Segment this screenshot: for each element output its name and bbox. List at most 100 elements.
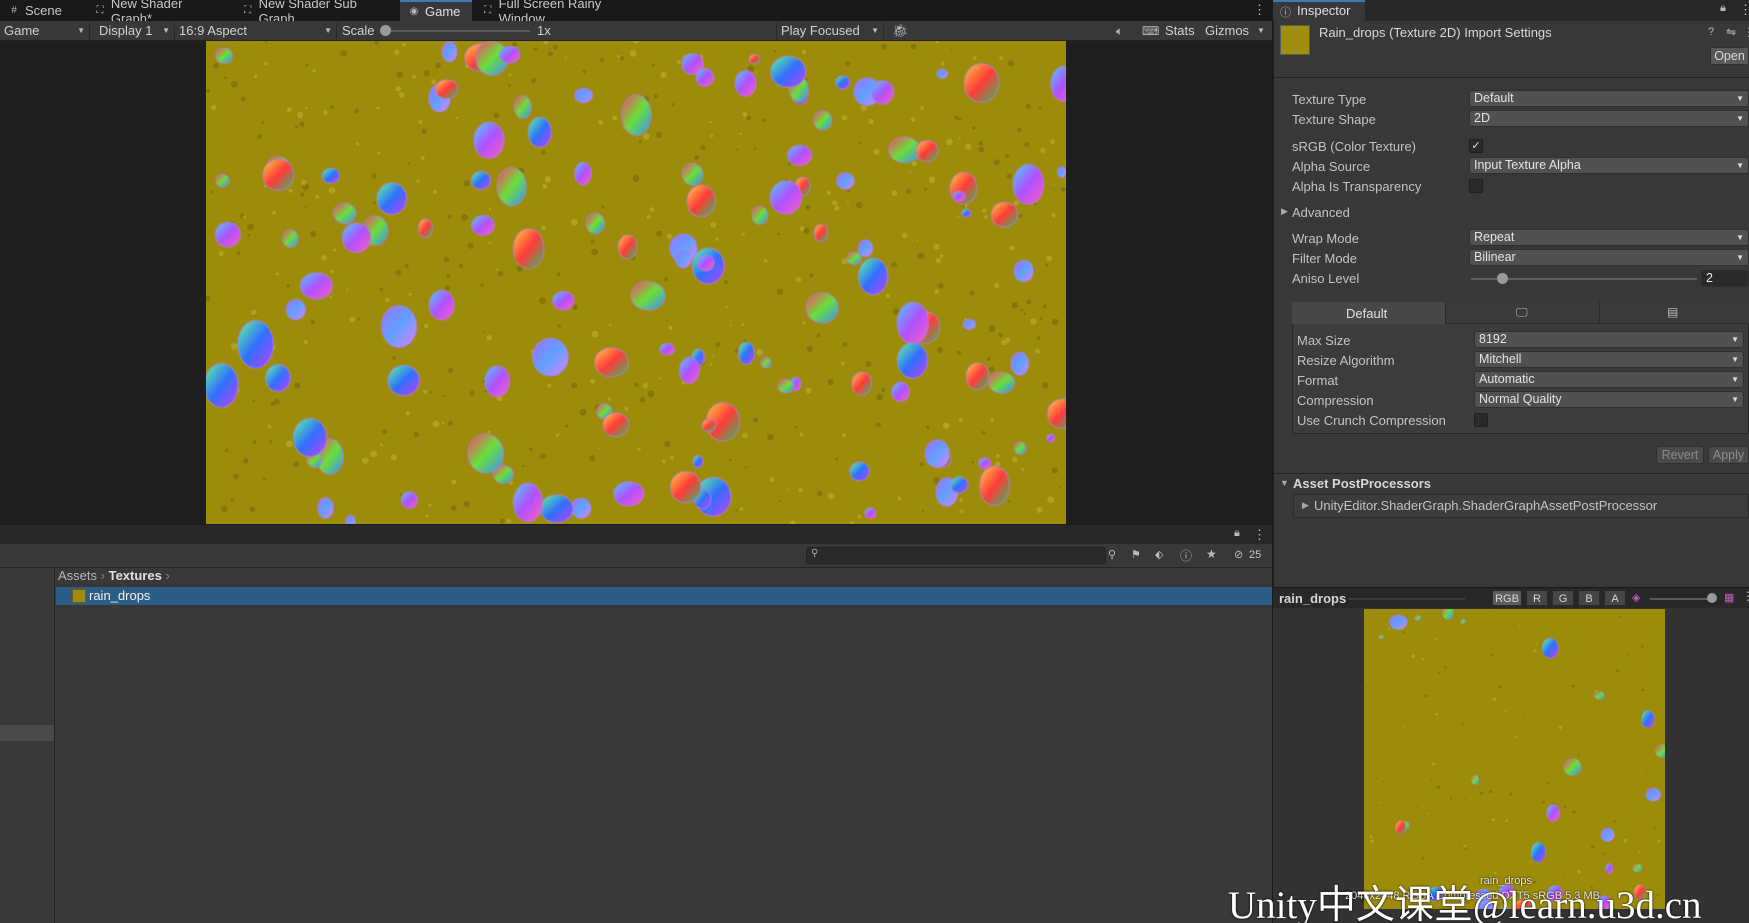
speaker-icon[interactable]: 🔈︎ <box>1116 22 1123 40</box>
gizmos-dropdown-arrow-icon[interactable]: ▼ <box>1257 22 1265 40</box>
texture-background <box>1364 609 1665 909</box>
rain-drop <box>441 41 459 63</box>
lock-icon[interactable]: 🔒︎ <box>1234 527 1240 540</box>
max-size-dropdown[interactable]: 8192 ▼ <box>1474 331 1744 348</box>
hidden-eye-icon[interactable]: ⊘ <box>1234 548 1243 561</box>
tab-new-shader-sub-graph[interactable]: ⛶ New Shader Sub Graph <box>234 0 400 26</box>
label-icon[interactable]: ⬖ <box>1155 548 1163 561</box>
small-droplet <box>957 215 960 219</box>
small-droplet <box>395 269 402 276</box>
aniso-level-field[interactable]: 2 <box>1701 270 1749 287</box>
small-droplet <box>666 233 673 240</box>
channel-rgb-button[interactable]: RGB <box>1492 590 1522 606</box>
aniso-slider-thumb[interactable] <box>1497 273 1508 284</box>
channel-g-button[interactable]: G <box>1552 590 1574 606</box>
more-options-icon[interactable]: ⋮ <box>1742 589 1749 603</box>
small-droplet <box>655 131 663 139</box>
small-droplet <box>1375 778 1377 780</box>
help-icon[interactable]: ? <box>1708 26 1714 38</box>
preview-drag-handle[interactable] <box>1349 598 1465 600</box>
foldout-arrow-icon[interactable]: ▶ <box>1302 500 1309 511</box>
foldout-arrow-down-icon[interactable]: ▼ <box>1280 478 1289 488</box>
rain-drop <box>935 67 949 80</box>
tab-full-screen-rainy-window[interactable]: ⛶ Full Screen Rainy Window <box>474 0 654 26</box>
small-droplet <box>249 506 256 513</box>
display-mode-dropdown[interactable]: Game ▼ <box>0 22 90 40</box>
rain-drop <box>332 202 357 225</box>
folder-tree-selected-row[interactable] <box>0 725 54 741</box>
mipmap-icon[interactable]: ◈ <box>1632 591 1640 604</box>
checker-icon[interactable]: ▦ <box>1724 591 1734 604</box>
srgb-checkbox[interactable]: ✓ <box>1469 139 1483 153</box>
breadcrumb-textures[interactable]: Textures <box>109 568 162 583</box>
advanced-foldout[interactable]: Advanced <box>1292 205 1350 220</box>
platform-tab-standalone[interactable]: 🖵︎ <box>1446 302 1600 324</box>
small-droplet <box>1622 684 1624 686</box>
small-droplet <box>662 459 666 464</box>
favorite-star-icon[interactable]: ★ <box>1206 547 1217 561</box>
platform-tab-default[interactable]: Default <box>1292 302 1446 324</box>
channel-b-button[interactable]: B <box>1578 590 1600 606</box>
foldout-arrow-icon[interactable]: ▶ <box>1281 206 1288 217</box>
mip-slider-thumb[interactable] <box>1707 593 1717 603</box>
lock-icon[interactable]: 🔒︎ <box>1720 2 1726 15</box>
small-droplet <box>709 363 713 366</box>
small-droplet <box>601 205 605 209</box>
texture-shape-dropdown[interactable]: 2D ▼ <box>1469 110 1749 127</box>
open-button[interactable]: Open <box>1710 47 1749 65</box>
platform-tab-server[interactable]: ▤ <box>1600 302 1749 324</box>
asset-row-rain-drops[interactable]: rain_drops <box>56 587 1272 605</box>
rain-drop <box>601 411 630 438</box>
tab-scene[interactable]: # Scene <box>0 0 86 21</box>
tab-inspector[interactable]: ⓘ Inspector <box>1273 0 1365 21</box>
use-crunch-compression-checkbox[interactable] <box>1474 413 1488 427</box>
wrap-mode-dropdown[interactable]: Repeat ▼ <box>1469 229 1749 246</box>
small-droplet <box>995 453 1000 458</box>
stats-button[interactable]: Stats <box>1165 22 1195 40</box>
small-droplet <box>799 432 804 437</box>
small-droplet <box>885 293 891 299</box>
project-search-input[interactable]: ⚲ <box>806 547 1106 564</box>
filter-icon[interactable]: ⚑ <box>1131 548 1141 561</box>
apply-button[interactable]: Apply <box>1708 446 1749 464</box>
aspect-dropdown[interactable]: 16:9 Aspect ▼ <box>175 22 337 40</box>
more-options-icon[interactable]: ⋮ <box>1253 2 1266 18</box>
bug-icon[interactable]: 🐞︎ <box>892 22 909 40</box>
rain-drop <box>850 370 873 397</box>
tab-new-shader-graph[interactable]: ⛶ New Shader Graph* <box>86 0 234 26</box>
texture-type-dropdown[interactable]: Default ▼ <box>1469 90 1749 107</box>
channel-r-button[interactable]: R <box>1526 590 1548 606</box>
small-droplet <box>806 345 813 353</box>
keyboard-icon[interactable]: ⌨ <box>1142 22 1159 40</box>
filter-mode-dropdown[interactable]: Bilinear ▼ <box>1469 249 1749 266</box>
search-by-type-icon[interactable]: ⚲ <box>1108 548 1116 561</box>
postprocessor-item[interactable]: UnityEditor.ShaderGraph.ShaderGraphAsset… <box>1314 498 1657 513</box>
resize-algorithm-dropdown[interactable]: Mitchell ▼ <box>1474 351 1744 368</box>
preset-icon[interactable]: ⇋ <box>1726 25 1736 39</box>
scale-slider-thumb[interactable] <box>380 25 391 36</box>
display-dropdown[interactable]: Display 1 ▼ <box>95 22 175 40</box>
alpha-source-dropdown[interactable]: Input Texture Alpha ▼ <box>1469 157 1749 174</box>
more-options-icon[interactable]: ⋮ <box>1253 527 1266 543</box>
compression-dropdown[interactable]: Normal Quality ▼ <box>1474 391 1744 408</box>
gizmos-button[interactable]: Gizmos <box>1205 22 1249 40</box>
breadcrumb-assets[interactable]: Assets <box>58 568 97 583</box>
channel-a-button[interactable]: A <box>1604 590 1626 606</box>
scale-slider-track[interactable] <box>386 30 530 32</box>
alpha-is-transparency-checkbox[interactable] <box>1469 179 1483 193</box>
format-dropdown[interactable]: Automatic ▼ <box>1474 371 1744 388</box>
rain-drop <box>539 493 575 524</box>
info-icon[interactable]: ⓘ <box>1180 547 1192 564</box>
tab-game[interactable]: ◉ Game <box>400 0 472 21</box>
mip-slider-track[interactable] <box>1650 598 1714 600</box>
more-options-icon[interactable]: ⋮ <box>1739 2 1749 18</box>
rain-drop <box>848 460 871 482</box>
revert-button[interactable]: Revert <box>1656 446 1704 464</box>
rain-drop <box>380 304 418 349</box>
more-options-icon[interactable]: ⋮ <box>1743 25 1749 39</box>
small-droplet <box>1035 348 1041 354</box>
project-folder-tree[interactable] <box>0 568 55 923</box>
small-droplet <box>533 47 538 52</box>
play-mode-dropdown[interactable]: Play Focused ▼ <box>776 22 884 40</box>
asset-postprocessors-foldout[interactable]: Asset PostProcessors <box>1293 476 1431 491</box>
